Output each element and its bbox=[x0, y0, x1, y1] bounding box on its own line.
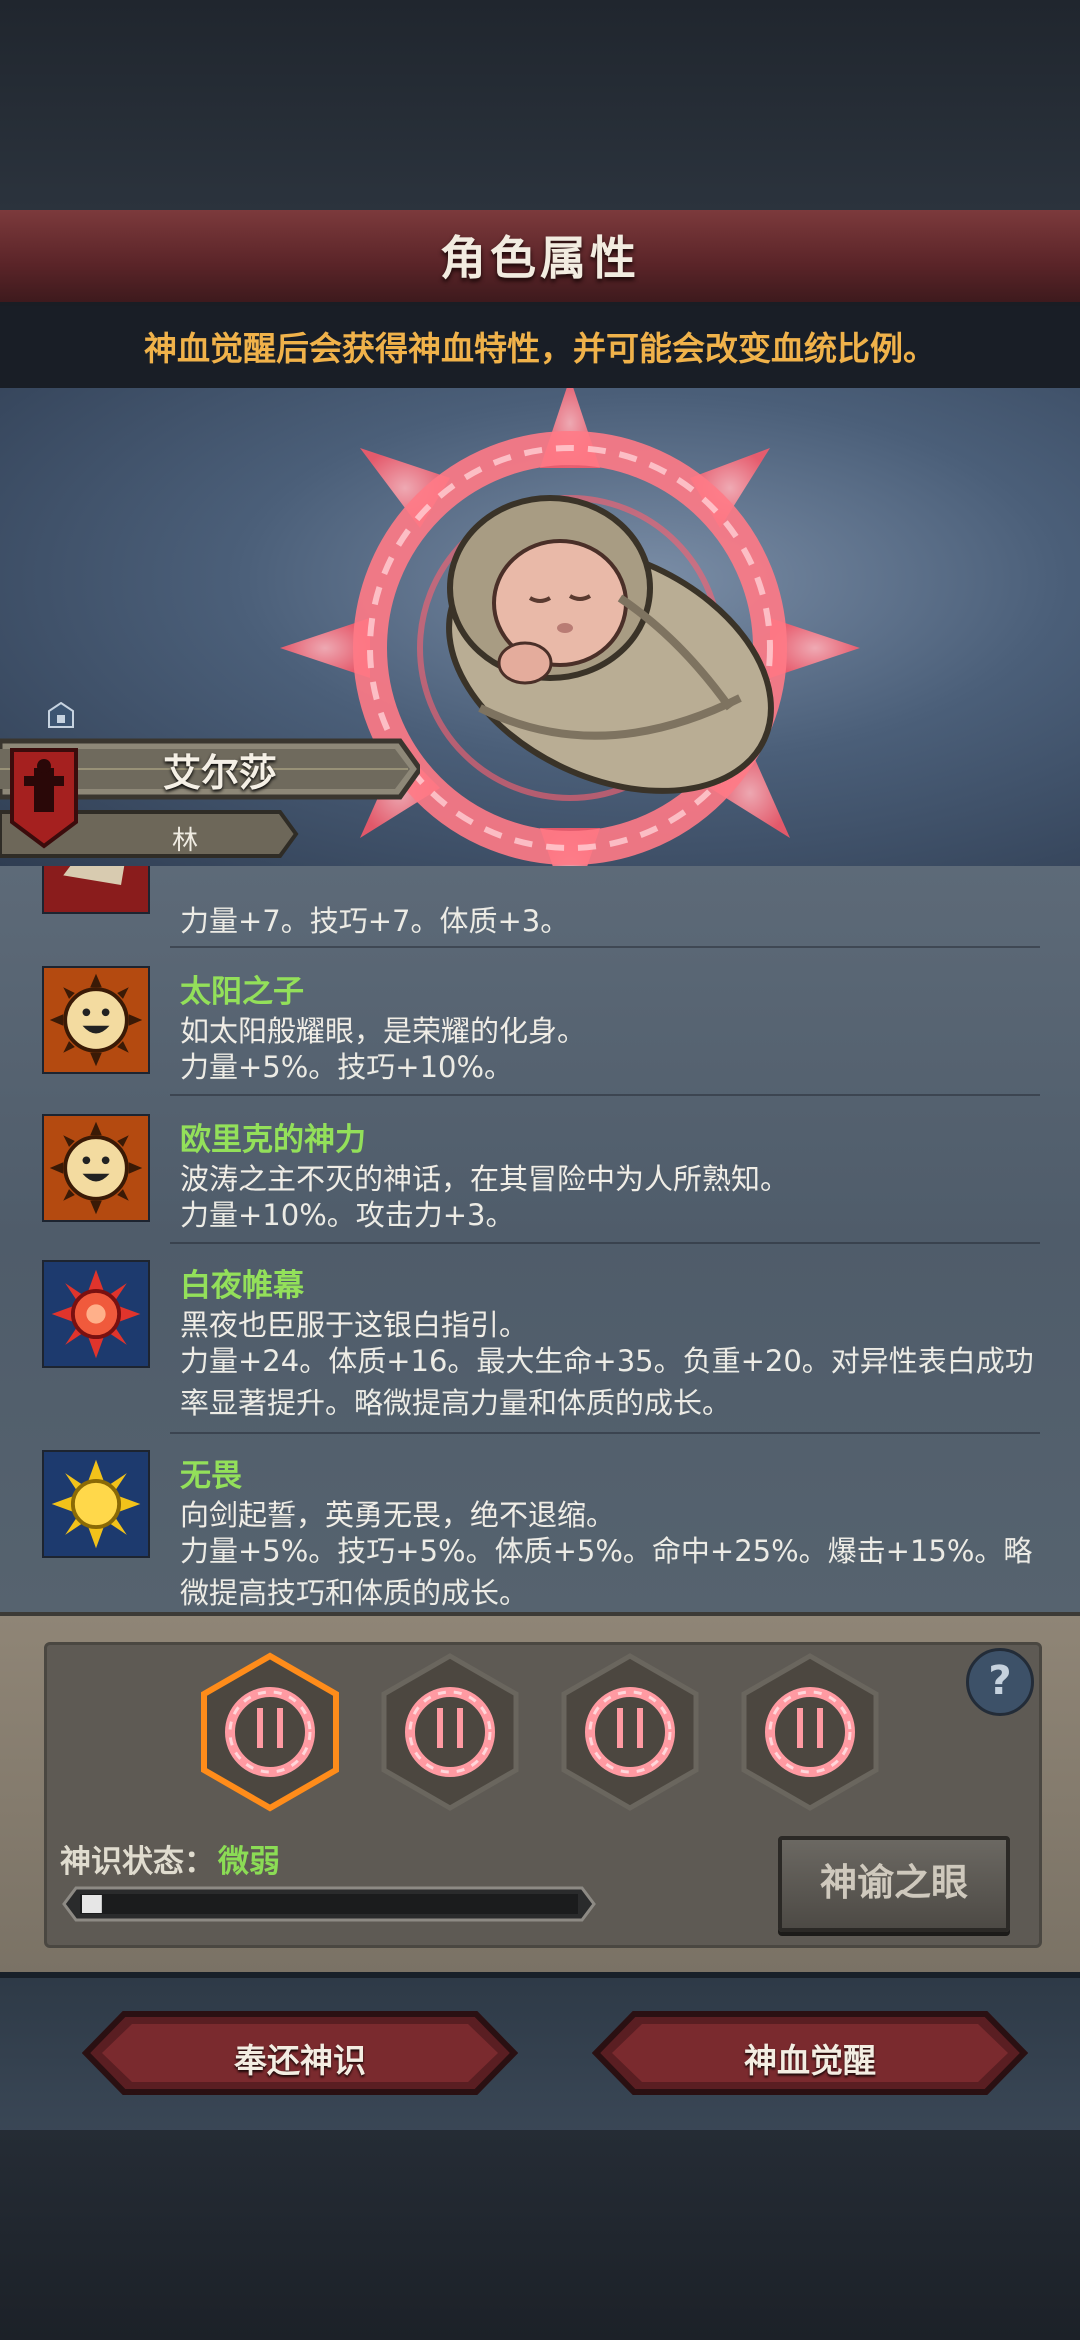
divine-sense-status-label: 神识状态： bbox=[60, 1844, 215, 1880]
divine-blood-awaken-label: 神血觉醒 bbox=[744, 2041, 876, 2080]
divine-slot[interactable] bbox=[741, 1653, 879, 1811]
trait-list[interactable]: 力量+7。技巧+7。体质+3。 太阳之子 如太阳般耀眼，是荣耀的化身。 力量+5… bbox=[0, 866, 1080, 1612]
return-divine-sense-label: 奉还神识 bbox=[234, 2041, 366, 2080]
hint-text: 神血觉醒后会获得神血特性，并可能会改变血统比例。 bbox=[144, 329, 936, 368]
red-crest-icon bbox=[42, 866, 150, 914]
divine-slot[interactable] bbox=[561, 1653, 699, 1811]
divine-sense-progress-bar bbox=[62, 1886, 596, 1922]
trait-description: 波涛之主不灭的神话，在其冒险中为人所熟知。 bbox=[180, 1162, 790, 1196]
house-crest-icon bbox=[48, 702, 74, 728]
swaddled-baby-icon bbox=[446, 495, 774, 794]
trait-description: 如太阳般耀眼，是荣耀的化身。 bbox=[180, 1014, 587, 1048]
red-banner-shield-icon bbox=[10, 748, 78, 849]
smiley-sun-icon bbox=[42, 966, 150, 1074]
oracle-eye-button[interactable]: 神谕之眼 bbox=[778, 1836, 1010, 1932]
red-sun-icon bbox=[42, 1260, 150, 1368]
divider bbox=[170, 1094, 1040, 1096]
trait-name: 无畏 bbox=[180, 1458, 242, 1494]
divine-sense-slots bbox=[201, 1652, 879, 1812]
trait-stats: 力量+5%。技巧+10%。 bbox=[180, 1050, 514, 1084]
divider bbox=[170, 1242, 1040, 1244]
trait-description: 向剑起誓，英勇无畏，绝不退缩。 bbox=[180, 1498, 616, 1532]
bottom-backdrop bbox=[0, 2130, 1080, 2340]
top-backdrop bbox=[0, 0, 1080, 210]
trait-name: 白夜帷幕 bbox=[180, 1268, 304, 1304]
trait-stats: 力量+24。体质+16。最大生命+35。负重+20。对异性表白成功率显著提升。略… bbox=[180, 1344, 1034, 1420]
divine-slot-selected[interactable] bbox=[201, 1652, 339, 1812]
trait-stats: 力量+5%。技巧+5%。体质+5%。命中+25%。爆击+15%。略微提高技巧和体… bbox=[180, 1534, 1033, 1610]
page-title: 角色属性 bbox=[440, 231, 640, 285]
trait-name: 欧里克的神力 bbox=[180, 1122, 366, 1158]
yellow-sun-icon bbox=[42, 1450, 150, 1558]
smiley-sun-icon bbox=[42, 1114, 150, 1222]
trait-name: 太阳之子 bbox=[180, 974, 304, 1010]
trait-stats: 力量+7。技巧+7。体质+3。 bbox=[180, 904, 570, 938]
divider bbox=[170, 946, 1040, 948]
trait-stats: 力量+10%。攻击力+3。 bbox=[180, 1198, 515, 1232]
family-name: 林 bbox=[171, 826, 198, 856]
divine-slot[interactable] bbox=[381, 1653, 519, 1811]
divider bbox=[170, 1432, 1040, 1434]
trait-description: 黑夜也臣服于这银白指引。 bbox=[180, 1308, 529, 1342]
help-button[interactable]: ? bbox=[966, 1648, 1034, 1716]
divine-sense-status-value: 微弱 bbox=[218, 1844, 280, 1880]
